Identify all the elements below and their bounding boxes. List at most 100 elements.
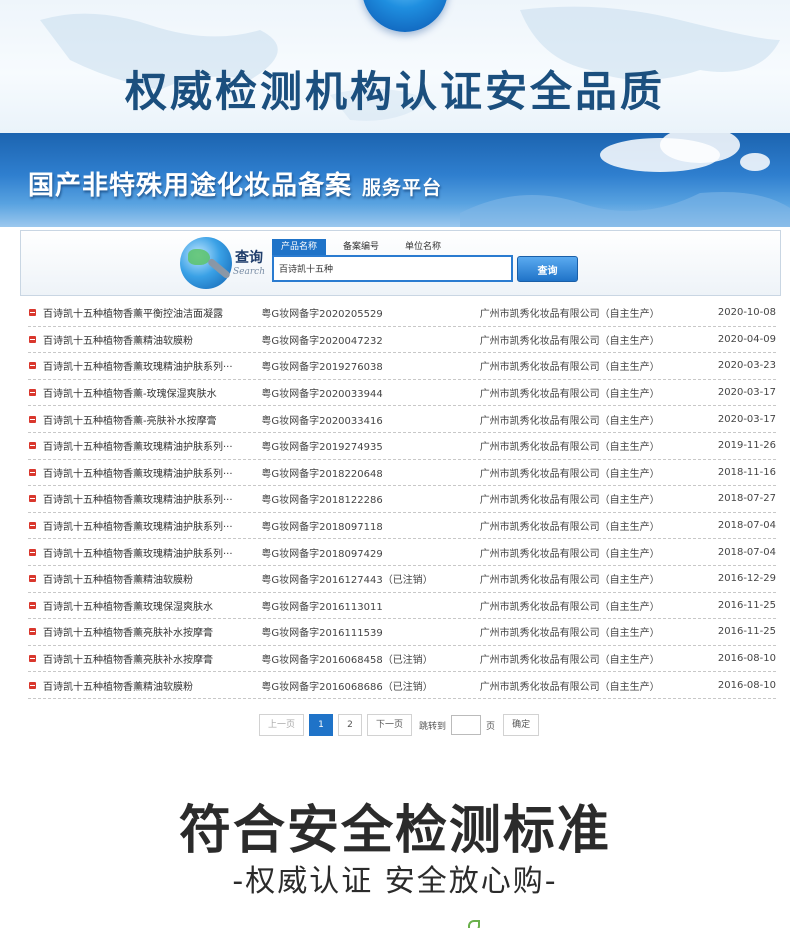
- record-company: 广州市凯秀化妆品有限公司（自主生产）: [479, 442, 660, 454]
- bullet-icon: [29, 522, 36, 530]
- record-date: 2018-07-04: [717, 520, 776, 532]
- record-company: 广州市凯秀化妆品有限公司（自主生产）: [479, 495, 660, 507]
- record-product-name[interactable]: 百诗凯十五种植物香薰玫瑰精油护肤系列···: [43, 358, 261, 373]
- top-title: 权威检测机构认证安全品质: [124, 67, 665, 116]
- table-row[interactable]: 百诗凯十五种植物香薰玫瑰保湿爽肤水 粤G妆网备字2016113011 广州市凯秀化妆…: [28, 593, 776, 620]
- record-number: 粤G妆网备字2016068458（已注销）: [261, 655, 433, 667]
- record-number: 粤G妆网备字2016068686（已注销）: [261, 681, 433, 693]
- leaf-icon: [468, 920, 480, 928]
- record-list: 百诗凯十五种植物香薰平衡控油洁面凝露 粤G妆网备字2020205529 广州市凯秀化…: [28, 300, 776, 699]
- record-product-name[interactable]: 百诗凯十五种植物香薰亮肤补水按摩膏: [43, 651, 261, 666]
- bullet-icon: [29, 442, 36, 450]
- tab-company-name[interactable]: 单位名称: [396, 239, 450, 255]
- record-date: 2018-07-04: [717, 546, 776, 558]
- search-tabs: 产品名称 备案编号 单位名称: [272, 239, 458, 255]
- record-date: 2016-11-25: [717, 599, 776, 611]
- record-number: 粤G妆网备字2016113011: [261, 601, 383, 613]
- tab-record-number[interactable]: 备案编号: [334, 239, 388, 255]
- record-date: 2019-11-26: [717, 440, 776, 452]
- cloud-decoration: [740, 153, 770, 171]
- record-date: 2016-08-10: [717, 653, 776, 665]
- record-company: 广州市凯秀化妆品有限公司（自主生产）: [479, 389, 660, 401]
- table-row[interactable]: 百诗凯十五种植物香薰平衡控油洁面凝露 粤G妆网备字2020205529 广州市凯秀化…: [28, 300, 776, 327]
- record-product-name[interactable]: 百诗凯十五种植物香薰玫瑰精油护肤系列···: [43, 545, 261, 560]
- jump-page-input[interactable]: [451, 715, 482, 735]
- record-company: 广州市凯秀化妆品有限公司（自主生产）: [479, 681, 660, 693]
- record-product-name[interactable]: 百诗凯十五种植物香薰玫瑰精油护肤系列···: [43, 491, 261, 506]
- jump-confirm-button[interactable]: 确定: [503, 714, 540, 736]
- record-date: 2020-04-09: [717, 333, 776, 345]
- tab-product-name[interactable]: 产品名称: [272, 239, 327, 255]
- record-company: 广州市凯秀化妆品有限公司（自主生产）: [479, 628, 660, 640]
- table-row[interactable]: 百诗凯十五种植物香薰玫瑰精油护肤系列··· 粤G妆网备字2018220648 广州市…: [28, 460, 776, 487]
- bullet-icon: [29, 335, 36, 343]
- bullet-icon: [29, 468, 36, 476]
- bullet-icon: [29, 362, 36, 370]
- table-row[interactable]: 百诗凯十五种植物香薰玫瑰精油护肤系列··· 粤G妆网备字2018097429 广州市…: [28, 539, 776, 566]
- table-row[interactable]: 百诗凯十五种植物香薰精油软膜粉 粤G妆网备字2020047232 广州市凯秀化妆品有…: [28, 327, 776, 354]
- record-number: 粤G妆网备字2020205529: [261, 309, 383, 321]
- pagination: 上一页 1 2 下一页 跳转到 页 确定: [259, 714, 544, 736]
- table-row[interactable]: 百诗凯十五种植物香薰-亮肤补水按摩膏 粤G妆网备字2020033416 广州市凯秀化…: [28, 406, 776, 433]
- bullet-icon: [29, 628, 36, 636]
- jump-label: 跳转到: [419, 721, 447, 732]
- record-date: 2016-08-10: [717, 679, 776, 691]
- next-page-button[interactable]: 下一页: [367, 714, 413, 736]
- record-number: 粤G妆网备字2019276038: [261, 362, 383, 374]
- record-company: 广州市凯秀化妆品有限公司（自主生产）: [479, 601, 660, 613]
- page-unit-label: 页: [486, 721, 496, 732]
- record-product-name[interactable]: 百诗凯十五种植物香薰-玫瑰保湿爽肤水: [43, 385, 261, 400]
- table-row[interactable]: 百诗凯十五种植物香薰精油软膜粉 粤G妆网备字2016068686（已注销） 广州市凯…: [28, 672, 776, 699]
- record-company: 广州市凯秀化妆品有限公司（自主生产）: [479, 335, 660, 347]
- prev-page-button[interactable]: 上一页: [259, 714, 305, 736]
- record-number: 粤G妆网备字2018097118: [261, 522, 383, 534]
- table-row[interactable]: 百诗凯十五种植物香薰玫瑰精油护肤系列··· 粤G妆网备字2018122286 广州市…: [28, 486, 776, 513]
- record-number: 粤G妆网备字2016127443（已注销）: [261, 575, 433, 587]
- table-row[interactable]: 百诗凯十五种植物香薰玫瑰精油护肤系列··· 粤G妆网备字2019276038 广州市…: [28, 353, 776, 380]
- record-product-name[interactable]: 百诗凯十五种植物香薰精油软膜粉: [43, 571, 261, 586]
- globe-search-icon: [180, 237, 232, 289]
- table-row[interactable]: 百诗凯十五种植物香薰精油软膜粉 粤G妆网备字2016127443（已注销） 广州市凯…: [28, 566, 776, 593]
- page-button-2[interactable]: 2: [338, 714, 363, 736]
- record-company: 广州市凯秀化妆品有限公司（自主生产）: [479, 415, 660, 427]
- record-product-name[interactable]: 百诗凯十五种植物香薰玫瑰精油护肤系列···: [43, 438, 261, 453]
- record-product-name[interactable]: 百诗凯十五种植物香薰-亮肤补水按摩膏: [43, 412, 261, 427]
- record-product-name[interactable]: 百诗凯十五种植物香薰玫瑰保湿爽肤水: [43, 598, 261, 613]
- top-banner: 权威检测机构认证安全品质: [0, 0, 790, 133]
- record-product-name[interactable]: 百诗凯十五种植物香薰玫瑰精油护肤系列···: [43, 518, 261, 533]
- bullet-icon: [29, 389, 36, 397]
- table-row[interactable]: 百诗凯十五种植物香薰-玫瑰保湿爽肤水 粤G妆网备字2020033944 广州市凯秀化…: [28, 380, 776, 407]
- record-number: 粤G妆网备字2020033944: [261, 389, 383, 401]
- record-product-name[interactable]: 百诗凯十五种植物香薰平衡控油洁面凝露: [43, 305, 261, 320]
- record-date: 2016-11-25: [717, 626, 776, 638]
- page-button-1[interactable]: 1: [309, 714, 334, 736]
- record-company: 广州市凯秀化妆品有限公司（自主生产）: [479, 655, 660, 667]
- record-company: 广州市凯秀化妆品有限公司（自主生产）: [479, 309, 660, 321]
- record-product-name[interactable]: 百诗凯十五种植物香薰亮肤补水按摩膏: [43, 624, 261, 639]
- record-number: 粤G妆网备字2020047232: [261, 335, 383, 347]
- table-row[interactable]: 百诗凯十五种植物香薰玫瑰精油护肤系列··· 粤G妆网备字2018097118 广州市…: [28, 513, 776, 540]
- record-date: 2020-03-23: [717, 360, 776, 372]
- record-product-name[interactable]: 百诗凯十五种植物香薰玫瑰精油护肤系列···: [43, 465, 261, 480]
- record-date: 2018-11-16: [717, 466, 776, 478]
- bullet-icon: [29, 655, 36, 663]
- bottom-title: 符合安全检测标准: [178, 801, 611, 861]
- record-number: 粤G妆网备字2016111539: [261, 628, 383, 640]
- record-company: 广州市凯秀化妆品有限公司（自主生产）: [479, 362, 660, 374]
- record-company: 广州市凯秀化妆品有限公司（自主生产）: [479, 575, 660, 587]
- bullet-icon: [29, 601, 36, 609]
- platform-title-main: 国产非特殊用途化妆品备案: [28, 171, 353, 201]
- record-product-name[interactable]: 百诗凯十五种植物香薰精油软膜粉: [43, 678, 261, 693]
- map-silhouette-graphic: [460, 192, 790, 227]
- table-row[interactable]: 百诗凯十五种植物香薰亮肤补水按摩膏 粤G妆网备字2016068458（已注销） 广州…: [28, 646, 776, 673]
- record-product-name[interactable]: 百诗凯十五种植物香薰精油软膜粉: [43, 332, 261, 347]
- search-label-en: Search: [233, 267, 265, 277]
- search-input[interactable]: [272, 255, 513, 282]
- bullet-icon: [29, 548, 36, 556]
- table-row[interactable]: 百诗凯十五种植物香薰玫瑰精油护肤系列··· 粤G妆网备字2019274935 广州市…: [28, 433, 776, 460]
- bullet-icon: [29, 495, 36, 503]
- record-number: 粤G妆网备字2018122286: [261, 495, 383, 507]
- search-panel: 查询 Search 产品名称 备案编号 单位名称 查询: [20, 230, 781, 296]
- table-row[interactable]: 百诗凯十五种植物香薰亮肤补水按摩膏 粤G妆网备字2016111539 广州市凯秀化妆…: [28, 619, 776, 646]
- search-button[interactable]: 查询: [517, 256, 578, 282]
